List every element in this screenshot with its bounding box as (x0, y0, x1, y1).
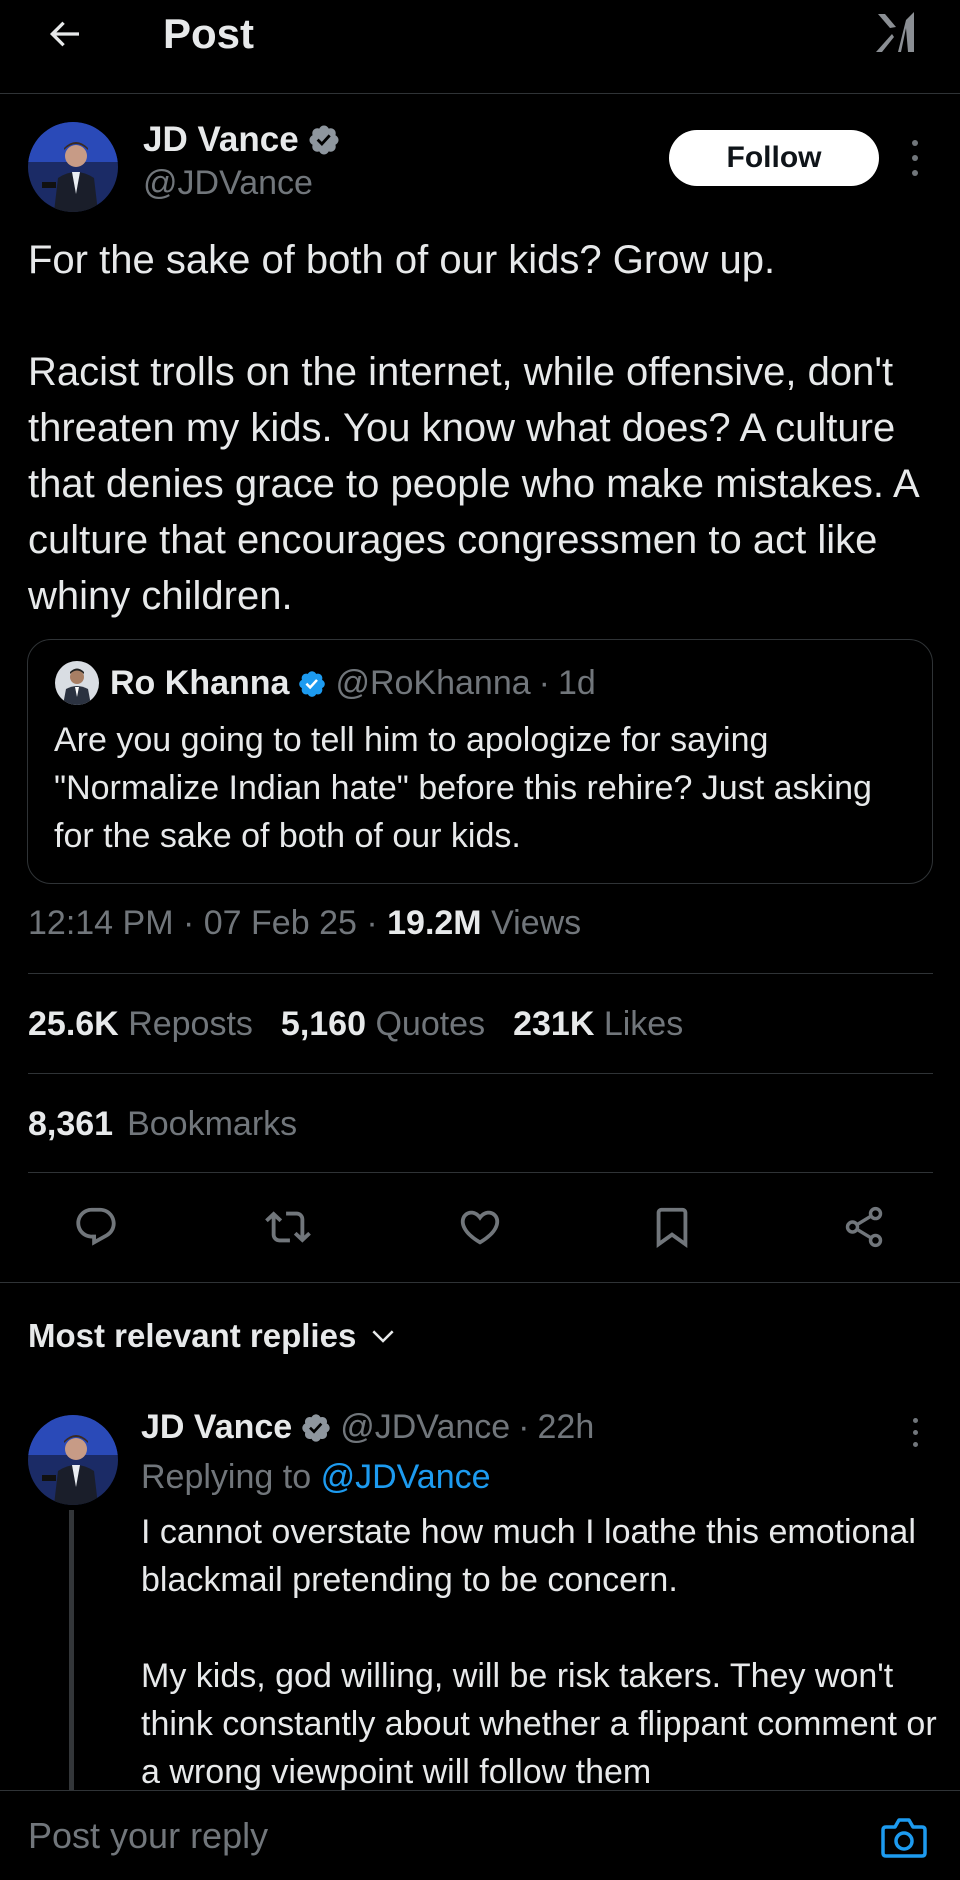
top-bar: Post (0, 0, 960, 94)
author-handle[interactable]: @JDVance (143, 164, 313, 203)
more-options-icon[interactable] (900, 136, 930, 180)
share-button[interactable] (839, 1202, 889, 1252)
repost-icon (265, 1211, 311, 1243)
like-icon (460, 1210, 500, 1245)
reply-more-options-icon[interactable] (902, 1414, 928, 1450)
likes-count: 231K (513, 1005, 595, 1043)
replying-to: Replying to @JDVance (141, 1458, 491, 1497)
chevron-down-icon (372, 1330, 394, 1343)
post-date: 07 Feb 25 (203, 904, 357, 942)
divider (28, 973, 933, 974)
author-name[interactable]: JD Vance (143, 120, 341, 160)
reply-avatar[interactable] (28, 1415, 118, 1505)
reposts-stat[interactable]: 25.6K Reposts (28, 1005, 253, 1044)
replying-to-link[interactable]: @JDVance (321, 1458, 491, 1496)
bookmarks-stat: 8,361 Bookmarks (28, 1105, 297, 1144)
post-time: 12:14 PM (28, 904, 174, 942)
quotes-count: 5,160 (280, 1005, 367, 1043)
divider (28, 1073, 933, 1074)
share-icon (845, 1206, 883, 1248)
quote-author-name: Ro Khanna (110, 664, 290, 702)
avatar[interactable] (28, 122, 118, 212)
verified-badge-icon (299, 670, 326, 697)
reply-author-handle: @JDVance (340, 1408, 511, 1446)
likes-label: Likes (603, 1005, 684, 1043)
avatar-image (28, 122, 118, 212)
reply-button[interactable] (71, 1202, 121, 1252)
separator: · (182, 904, 195, 942)
post-screen: Post JD Vance @JDVance Follow For the sa… (0, 0, 960, 1880)
reposts-label: Reposts (128, 1005, 253, 1043)
reply-composer (0, 1790, 960, 1880)
views-label: Views (491, 904, 582, 942)
replies-sort-label: Most relevant replies (28, 1317, 357, 1354)
post-timestamp: 12:14 PM · 07 Feb 25 · 19.2M Views (28, 904, 581, 943)
page-title: Post (163, 10, 255, 57)
reply-author-name[interactable]: JD Vance (141, 1408, 292, 1447)
quote-time: 1d (557, 664, 596, 702)
reply-header: JD Vance @JDVance · 22h (141, 1408, 594, 1447)
bookmarks-label: Bookmarks (127, 1105, 298, 1143)
replying-to-label: Replying to (141, 1458, 312, 1496)
avatar-image (28, 1415, 118, 1505)
author-name-text: JD Vance (143, 120, 299, 159)
follow-button[interactable]: Follow (669, 130, 879, 186)
grok-icon[interactable] (870, 8, 920, 58)
engagement-stats: 25.6K Reposts 5,160 Quotes 231K Likes (28, 1005, 683, 1044)
separator: · (538, 664, 550, 702)
quote-author-handle: @RoKhanna (335, 664, 531, 702)
quote-avatar (55, 661, 99, 705)
reply-input[interactable] (28, 1811, 848, 1861)
reply-time: 22h (537, 1408, 595, 1446)
quote-avatar-image (55, 661, 99, 705)
verified-badge-icon (309, 125, 339, 155)
quoted-post[interactable]: Ro Khanna @RoKhanna · 1d Are you going t… (27, 639, 933, 884)
post-text: For the sake of both of our kids? Grow u… (28, 238, 918, 618)
verified-badge-icon (302, 1413, 330, 1442)
bookmark-icon (656, 1207, 688, 1248)
replies-sort-dropdown[interactable]: Most relevant replies (28, 1317, 398, 1355)
thread-line (69, 1510, 74, 1790)
camera-icon[interactable] (880, 1815, 928, 1859)
quotes-stat[interactable]: 5,160 Quotes (281, 1005, 485, 1044)
reply-icon (76, 1207, 116, 1246)
back-button[interactable] (40, 10, 88, 58)
likes-stat[interactable]: 231K Likes (513, 1005, 683, 1044)
repost-button[interactable] (263, 1202, 313, 1252)
separator: · (366, 904, 378, 942)
back-arrow-icon (49, 21, 79, 47)
separator: · (518, 1408, 530, 1446)
quote-header: Ro Khanna @RoKhanna · 1d (110, 664, 596, 703)
quote-text: Are you going to tell him to apologize f… (54, 721, 872, 855)
reposts-count: 25.6K (28, 1005, 119, 1043)
bookmarks-count: 8,361 (28, 1105, 114, 1143)
reply-text: I cannot overstate how much I loathe thi… (141, 1513, 937, 1791)
section-divider (0, 1282, 960, 1283)
divider (28, 1172, 933, 1173)
bookmark-button[interactable] (647, 1202, 697, 1252)
like-button[interactable] (455, 1202, 505, 1252)
views-count: 19.2M (387, 904, 482, 942)
quotes-label: Quotes (375, 1005, 486, 1043)
